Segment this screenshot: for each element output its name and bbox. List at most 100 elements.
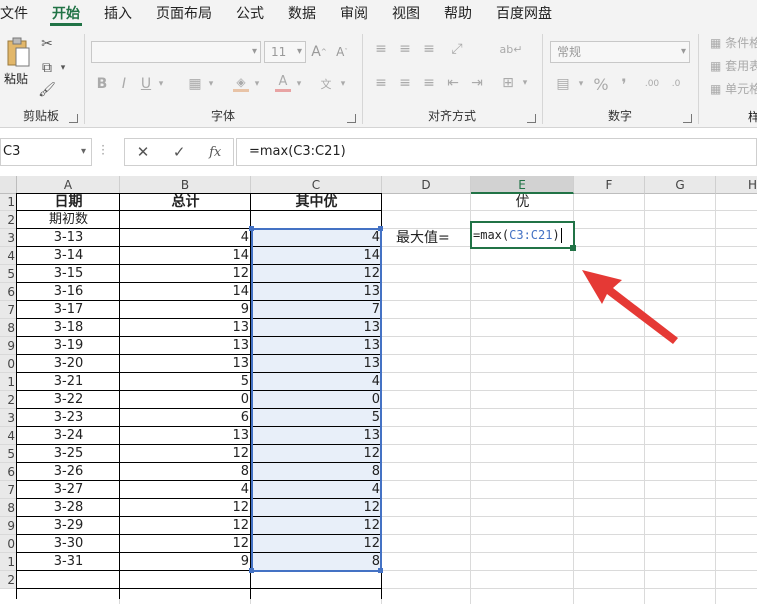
cell-good[interactable]: 5 [251,409,382,427]
phonetic-icon[interactable]: 文 [316,74,336,94]
row-header[interactable]: 9 [0,337,17,355]
chevron-down-icon[interactable]: ▾ [520,74,530,92]
increase-decimal-icon[interactable]: .00 [642,74,662,94]
cell-total[interactable]: 6 [120,409,251,427]
menu-tab[interactable]: 文件 [0,0,40,28]
cell-good[interactable]: 4 [251,481,382,499]
cell-date[interactable]: 3-18 [17,319,120,337]
menu-tab[interactable]: 帮助 [432,0,484,28]
row-header[interactable]: 1 [0,553,17,571]
increase-indent-icon[interactable]: ⇥ [468,74,486,92]
cell-good[interactable]: 0 [251,391,382,409]
cell-date[interactable]: 3-30 [17,535,120,553]
format-as-table-button[interactable]: ▦ 套用表 [710,57,757,75]
cell-date[interactable]: 3-22 [17,391,120,409]
italic-icon[interactable]: I [116,74,132,94]
menu-tab[interactable]: 百度网盘 [484,0,564,28]
cell-total[interactable]: 9 [120,553,251,571]
align-center-icon[interactable]: ≡ [396,74,414,92]
cell-total[interactable]: 5 [120,373,251,391]
row-header[interactable]: 1 [0,194,17,211]
font-color-icon[interactable]: A [274,72,292,94]
row-header[interactable]: 2 [0,571,17,589]
cell-total[interactable]: 14 [120,247,251,265]
cell-good[interactable]: 12 [251,445,382,463]
row-header[interactable]: 0 [0,535,17,553]
formula-input[interactable]: =max(C3:C21) [236,138,757,166]
cell-good[interactable]: 13 [251,283,382,301]
row-header[interactable]: 0 [0,355,17,373]
column-header[interactable]: G [645,176,716,194]
bold-icon[interactable]: B [94,74,110,94]
align-middle-icon[interactable]: ≡ [396,40,414,58]
number-format-dropdown[interactable]: 常规 ▾ [550,41,690,63]
cell-total[interactable]: 8 [120,463,251,481]
menu-tab[interactable]: 插入 [92,0,144,28]
cell-good[interactable]: 12 [251,535,382,553]
alignment-launcher-icon[interactable] [527,114,536,123]
align-left-icon[interactable]: ≡ [372,74,390,92]
row-header[interactable]: 3 [0,229,17,247]
cell-total[interactable]: 4 [120,481,251,499]
insert-function-icon[interactable]: fx [209,145,221,160]
more-icon[interactable]: · · · [101,140,105,160]
column-header[interactable]: H [716,176,757,194]
column-header[interactable]: B [120,176,251,194]
cell-total[interactable]: 12 [120,535,251,553]
paste-icon[interactable] [4,36,32,68]
active-cell-e3[interactable]: =max(C3:C21) [470,221,575,249]
row-header[interactable]: 5 [0,265,17,283]
chevron-down-icon[interactable]: ▾ [294,74,304,94]
row-header[interactable]: 4 [0,247,17,265]
wrap-text-icon[interactable]: ab↵ [500,38,523,60]
cell-good[interactable]: 12 [251,499,382,517]
row-header[interactable]: 8 [0,319,17,337]
row-header[interactable]: 6 [0,283,17,301]
cell-good[interactable]: 14 [251,247,382,265]
row-header[interactable]: 5 [0,445,17,463]
cell-total[interactable]: 13 [120,337,251,355]
cell-good[interactable]: 13 [251,319,382,337]
row-header[interactable]: 7 [0,301,17,319]
column-header[interactable]: C [251,176,382,194]
cell-good[interactable]: 8 [251,463,382,481]
select-all-corner[interactable] [0,176,17,194]
menu-tab[interactable]: 页面布局 [144,0,224,28]
range-handle-icon[interactable] [249,568,254,573]
menu-tab[interactable]: 视图 [380,0,432,28]
cell-good[interactable]: 12 [251,517,382,535]
chevron-down-icon[interactable]: ▾ [338,74,348,94]
font-launcher-icon[interactable] [347,114,356,123]
cell-good[interactable]: 12 [251,265,382,283]
menu-tab[interactable]: 公式 [224,0,276,28]
cell-date[interactable]: 3-13 [17,229,120,247]
cell-good[interactable]: 13 [251,355,382,373]
column-header[interactable]: F [574,176,645,194]
menu-tab[interactable]: 开始 [40,0,92,28]
row-header[interactable]: 9 [0,517,17,535]
row-header[interactable]: 2 [0,391,17,409]
cell-good[interactable]: 4 [251,229,382,247]
cell-styles-button[interactable]: ▦ 单元格 [710,80,757,98]
clipboard-launcher-icon[interactable] [69,114,78,123]
row-header[interactable]: 7 [0,481,17,499]
chevron-down-icon[interactable]: ▾ [156,74,166,94]
row-header[interactable]: 8 [0,499,17,517]
cell-date[interactable]: 3-21 [17,373,120,391]
menu-tab[interactable]: 审阅 [328,0,380,28]
cell-date[interactable]: 3-15 [17,265,120,283]
cell-total[interactable]: 13 [120,355,251,373]
cell-good[interactable]: 4 [251,373,382,391]
menu-tab[interactable]: 数据 [276,0,328,28]
cell-total[interactable]: 14 [120,283,251,301]
border-icon[interactable]: ▦ [186,74,204,94]
decrease-decimal-icon[interactable]: .0 [666,74,686,94]
cell-date[interactable]: 3-24 [17,427,120,445]
enter-icon[interactable]: ✓ [173,143,186,161]
increase-font-icon[interactable]: A ^ [309,42,329,62]
column-header[interactable]: A [17,176,120,194]
cell-total[interactable]: 9 [120,301,251,319]
conditional-format-button[interactable]: ▦ 条件格 [710,34,757,52]
cell-date[interactable]: 3-16 [17,283,120,301]
column-header[interactable]: D [382,176,471,194]
